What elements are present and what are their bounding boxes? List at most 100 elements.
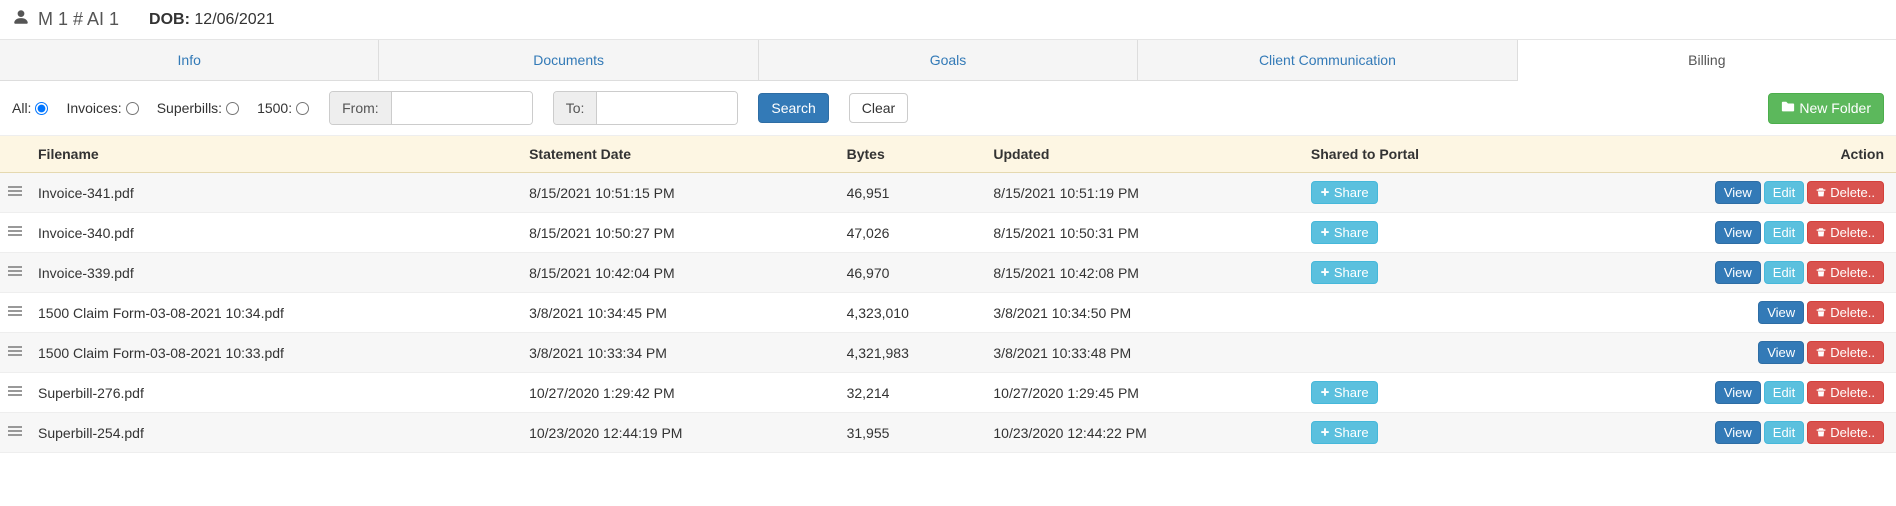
view-button[interactable]: View — [1715, 421, 1761, 444]
filter-radio-input[interactable] — [226, 102, 239, 115]
to-date-input[interactable] — [597, 92, 737, 124]
trash-icon — [1816, 385, 1826, 400]
plus-icon — [1320, 225, 1330, 240]
share-button[interactable]: Share — [1311, 421, 1378, 444]
cell-shared: Share — [1303, 373, 1536, 413]
delete-button[interactable]: Delete.. — [1807, 381, 1884, 404]
share-button[interactable]: Share — [1311, 221, 1378, 244]
column-header: Statement Date — [521, 136, 839, 173]
cell-updated: 8/15/2021 10:50:31 PM — [985, 213, 1303, 253]
tab-goals[interactable]: Goals — [759, 40, 1138, 80]
column-header: Updated — [985, 136, 1303, 173]
cell-filename: Superbill-276.pdf — [30, 373, 521, 413]
clear-button[interactable]: Clear — [849, 93, 908, 123]
table-row: Invoice-340.pdf8/15/2021 10:50:27 PM47,0… — [0, 213, 1896, 253]
edit-button[interactable]: Edit — [1764, 381, 1804, 404]
new-folder-button[interactable]: New Folder — [1768, 93, 1884, 124]
filter-radio-label: 1500: — [257, 100, 292, 116]
filter-radio-label: Superbills: — [157, 100, 222, 116]
drag-handle-icon[interactable] — [8, 224, 22, 238]
tab-client-communication[interactable]: Client Communication — [1138, 40, 1517, 80]
dob-value: 12/06/2021 — [194, 11, 274, 28]
cell-actions: ViewEdit Delete.. — [1536, 373, 1896, 413]
cell-bytes: 31,955 — [839, 413, 986, 453]
cell-actions: ViewEdit Delete.. — [1536, 413, 1896, 453]
trash-icon — [1816, 345, 1826, 360]
tab-documents[interactable]: Documents — [379, 40, 758, 80]
cell-bytes: 4,321,983 — [839, 333, 986, 373]
drag-handle-cell — [0, 253, 30, 293]
share-button[interactable]: Share — [1311, 381, 1378, 404]
drag-handle-icon[interactable] — [8, 384, 22, 398]
cell-statement_date: 10/27/2020 1:29:42 PM — [521, 373, 839, 413]
delete-button[interactable]: Delete.. — [1807, 301, 1884, 324]
view-button[interactable]: View — [1758, 301, 1804, 324]
delete-button[interactable]: Delete.. — [1807, 181, 1884, 204]
delete-button[interactable]: Delete.. — [1807, 221, 1884, 244]
trash-icon — [1816, 425, 1826, 440]
cell-filename: 1500 Claim Form-03-08-2021 10:34.pdf — [30, 293, 521, 333]
plus-icon — [1320, 265, 1330, 280]
filter-radio-all[interactable]: All: — [12, 100, 48, 116]
edit-button[interactable]: Edit — [1764, 181, 1804, 204]
edit-button[interactable]: Edit — [1764, 421, 1804, 444]
cell-filename: Invoice-339.pdf — [30, 253, 521, 293]
drag-handle-cell — [0, 413, 30, 453]
client-header: M 1 # AI 1 DOB: 12/06/2021 — [0, 0, 1896, 40]
cell-bytes: 46,970 — [839, 253, 986, 293]
cell-statement_date: 3/8/2021 10:34:45 PM — [521, 293, 839, 333]
plus-icon — [1320, 425, 1330, 440]
share-button[interactable]: Share — [1311, 181, 1378, 204]
drag-handle-cell — [0, 293, 30, 333]
filter-radio-input[interactable] — [126, 102, 139, 115]
drag-handle-icon[interactable] — [8, 304, 22, 318]
cell-actions: ViewEdit Delete.. — [1536, 173, 1896, 213]
cell-updated: 8/15/2021 10:42:08 PM — [985, 253, 1303, 293]
view-button[interactable]: View — [1715, 261, 1761, 284]
filter-radio-group: All: Invoices: Superbills: 1500: — [12, 100, 309, 116]
drag-handle-cell — [0, 373, 30, 413]
drag-handle-icon[interactable] — [8, 344, 22, 358]
delete-button[interactable]: Delete.. — [1807, 261, 1884, 284]
cell-shared: Share — [1303, 253, 1536, 293]
tab-billing[interactable]: Billing — [1518, 40, 1896, 81]
edit-button[interactable]: Edit — [1764, 221, 1804, 244]
delete-button[interactable]: Delete.. — [1807, 341, 1884, 364]
tab-info[interactable]: Info — [0, 40, 379, 80]
edit-button[interactable]: Edit — [1764, 261, 1804, 284]
cell-statement_date: 10/23/2020 12:44:19 PM — [521, 413, 839, 453]
column-header: Shared to Portal — [1303, 136, 1536, 173]
filter-radio-invoices[interactable]: Invoices: — [66, 100, 138, 116]
cell-actions: View Delete.. — [1536, 293, 1896, 333]
cell-filename: Superbill-254.pdf — [30, 413, 521, 453]
drag-handle-icon[interactable] — [8, 424, 22, 438]
view-button[interactable]: View — [1715, 381, 1761, 404]
search-button[interactable]: Search — [758, 93, 828, 123]
column-header: Bytes — [839, 136, 986, 173]
filter-radio-1500[interactable]: 1500: — [257, 100, 309, 116]
documents-table: FilenameStatement DateBytesUpdatedShared… — [0, 136, 1896, 453]
filter-radio-superbills[interactable]: Superbills: — [157, 100, 239, 116]
cell-actions: ViewEdit Delete.. — [1536, 253, 1896, 293]
filter-radio-input[interactable] — [296, 102, 309, 115]
view-button[interactable]: View — [1758, 341, 1804, 364]
table-body: Invoice-341.pdf8/15/2021 10:51:15 PM46,9… — [0, 173, 1896, 453]
view-button[interactable]: View — [1715, 181, 1761, 204]
cell-statement_date: 8/15/2021 10:50:27 PM — [521, 213, 839, 253]
filter-bar: All:Invoices:Superbills:1500: From: To: … — [0, 81, 1896, 136]
drag-handle-icon[interactable] — [8, 264, 22, 278]
cell-updated: 3/8/2021 10:33:48 PM — [985, 333, 1303, 373]
from-date-input[interactable] — [392, 92, 532, 124]
cell-updated: 8/15/2021 10:51:19 PM — [985, 173, 1303, 213]
filter-radio-input[interactable] — [35, 102, 48, 115]
delete-button[interactable]: Delete.. — [1807, 421, 1884, 444]
view-button[interactable]: View — [1715, 221, 1761, 244]
drag-handle-icon[interactable] — [8, 184, 22, 198]
cell-shared: Share — [1303, 173, 1536, 213]
cell-updated: 10/27/2020 1:29:45 PM — [985, 373, 1303, 413]
column-header — [0, 136, 30, 173]
to-date-wrap: To: — [553, 91, 739, 125]
filter-radio-label: Invoices: — [66, 100, 121, 116]
cell-filename: Invoice-341.pdf — [30, 173, 521, 213]
share-button[interactable]: Share — [1311, 261, 1378, 284]
